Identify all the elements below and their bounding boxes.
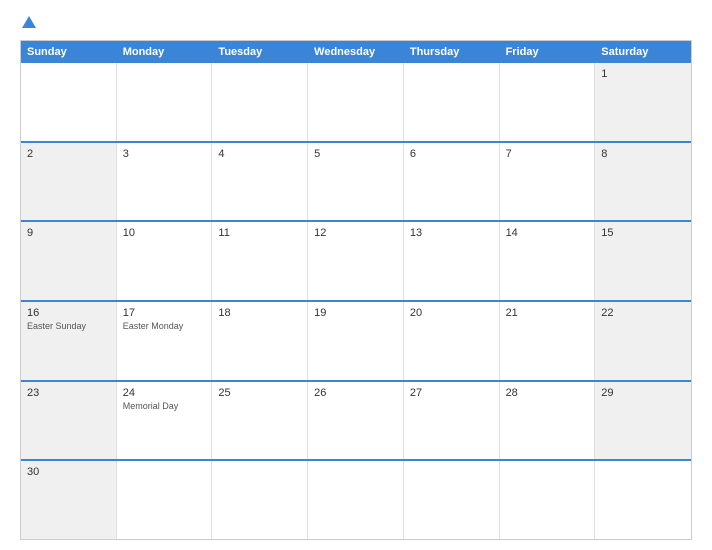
day-number: 23	[27, 387, 110, 399]
calendar-cell: 21	[500, 302, 596, 380]
calendar-row-4: 16 Easter Sunday 17 Easter Monday 18 19 20 21 22	[21, 300, 691, 380]
calendar-cell: 6	[404, 143, 500, 221]
calendar-cell: 18	[212, 302, 308, 380]
calendar-body: 12345678910111213141516Easter Sunday17Ea…	[21, 63, 691, 539]
day-number: 14	[506, 227, 589, 239]
calendar-row-6: 30	[21, 459, 691, 539]
calendar-cell: 3	[117, 143, 213, 221]
calendar-cell	[21, 63, 117, 141]
logo	[20, 16, 36, 30]
day-number: 21	[506, 307, 589, 319]
day-number: 13	[410, 227, 493, 239]
calendar-cell: 17 Easter Monday	[117, 302, 213, 380]
calendar-cell	[212, 461, 308, 539]
day-number: 30	[27, 466, 110, 478]
calendar-cell: 13	[404, 222, 500, 300]
page: SundayMondayTuesdayWednesdayThursdayFrid…	[0, 0, 712, 550]
calendar-cell: 27	[404, 382, 500, 460]
day-of-week-wednesday: Wednesday	[308, 41, 404, 63]
day-of-week-friday: Friday	[500, 41, 596, 63]
header	[20, 16, 692, 30]
calendar-header: SundayMondayTuesdayWednesdayThursdayFrid…	[21, 41, 691, 63]
day-number: 11	[218, 227, 301, 239]
day-number: 5	[314, 148, 397, 160]
day-number: 1	[601, 68, 685, 80]
calendar-cell: 30	[21, 461, 117, 539]
day-number: 27	[410, 387, 493, 399]
day-of-week-monday: Monday	[117, 41, 213, 63]
day-number: 18	[218, 307, 301, 319]
calendar-cell: 7	[500, 143, 596, 221]
calendar-cell: 25	[212, 382, 308, 460]
calendar-cell	[308, 63, 404, 141]
day-number: 15	[601, 227, 685, 239]
day-of-week-thursday: Thursday	[404, 41, 500, 63]
calendar-cell: 28	[500, 382, 596, 460]
calendar-cell: 12	[308, 222, 404, 300]
calendar-cell: 1	[595, 63, 691, 141]
day-number: 16	[27, 307, 110, 319]
calendar-cell: 24 Memorial Day	[117, 382, 213, 460]
day-number: 17	[123, 307, 206, 319]
day-number: 7	[506, 148, 589, 160]
calendar-cell	[117, 63, 213, 141]
calendar-cell: 20	[404, 302, 500, 380]
calendar-cell: 9	[21, 222, 117, 300]
calendar-row-5: 23 24 Memorial Day 25 26 27 28 29	[21, 380, 691, 460]
day-number: 12	[314, 227, 397, 239]
calendar-row-1: 1	[21, 63, 691, 141]
calendar-cell: 10	[117, 222, 213, 300]
calendar-cell: 23	[21, 382, 117, 460]
day-number: 9	[27, 227, 110, 239]
day-number: 22	[601, 307, 685, 319]
calendar-cell: 22	[595, 302, 691, 380]
day-number: 24	[123, 387, 206, 399]
day-number: 10	[123, 227, 206, 239]
calendar-cell: 8	[595, 143, 691, 221]
day-number: 3	[123, 148, 206, 160]
calendar-cell	[595, 461, 691, 539]
day-of-week-saturday: Saturday	[595, 41, 691, 63]
calendar-cell	[117, 461, 213, 539]
calendar-row-3: 9 10 11 12 13 14 15	[21, 220, 691, 300]
calendar-cell: 5	[308, 143, 404, 221]
logo-text	[20, 16, 36, 30]
calendar: SundayMondayTuesdayWednesdayThursdayFrid…	[20, 40, 692, 540]
day-number: 25	[218, 387, 301, 399]
calendar-cell: 29	[595, 382, 691, 460]
holiday-label: Easter Sunday	[27, 321, 110, 331]
calendar-cell: 16 Easter Sunday	[21, 302, 117, 380]
calendar-cell	[308, 461, 404, 539]
calendar-cell: 2	[21, 143, 117, 221]
calendar-cell: 19	[308, 302, 404, 380]
calendar-cell: 11	[212, 222, 308, 300]
day-of-week-tuesday: Tuesday	[212, 41, 308, 63]
calendar-cell	[212, 63, 308, 141]
calendar-cell: 26	[308, 382, 404, 460]
logo-triangle-icon	[22, 16, 36, 28]
calendar-row-2: 2345678	[21, 141, 691, 221]
day-number: 28	[506, 387, 589, 399]
day-number: 2	[27, 148, 110, 160]
day-number: 6	[410, 148, 493, 160]
day-number: 19	[314, 307, 397, 319]
calendar-cell: 4	[212, 143, 308, 221]
day-of-week-sunday: Sunday	[21, 41, 117, 63]
day-number: 4	[218, 148, 301, 160]
calendar-cell	[500, 63, 596, 141]
holiday-label: Memorial Day	[123, 401, 206, 411]
calendar-cell: 14	[500, 222, 596, 300]
day-number: 29	[601, 387, 685, 399]
calendar-cell	[500, 461, 596, 539]
day-number: 8	[601, 148, 685, 160]
calendar-cell	[404, 461, 500, 539]
calendar-cell: 15	[595, 222, 691, 300]
calendar-cell	[404, 63, 500, 141]
holiday-label: Easter Monday	[123, 321, 206, 331]
day-number: 26	[314, 387, 397, 399]
day-number: 20	[410, 307, 493, 319]
